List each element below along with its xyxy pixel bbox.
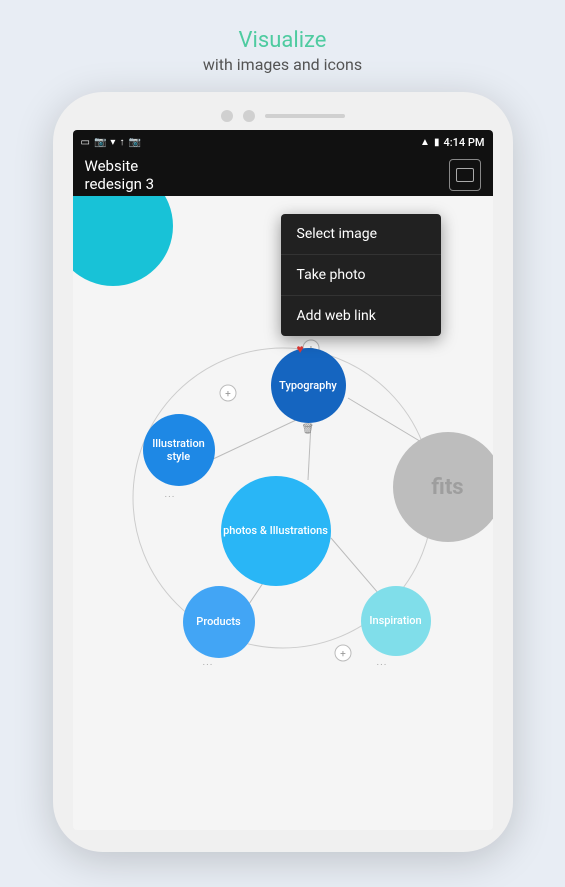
- battery-icon: ▭: [81, 137, 90, 148]
- speaker-dot-right: [243, 110, 255, 122]
- node-photos[interactable]: photos & Illustrations: [221, 476, 331, 586]
- speaker-dot-left: [221, 110, 233, 122]
- app-bar: Websiteredesign 3: [73, 154, 493, 196]
- camera-icon: 📷: [128, 137, 140, 148]
- dropdown-menu: Select image Take photo Add web link: [281, 214, 441, 336]
- node-illustration[interactable]: Illustration style: [143, 414, 215, 486]
- layout-icon-button[interactable]: [449, 159, 481, 191]
- node-products[interactable]: Products: [183, 586, 255, 658]
- svg-text:+: +: [225, 389, 231, 400]
- layout-icon: [456, 168, 474, 182]
- notification-icon: ▾: [110, 137, 115, 148]
- illustration-dots: ···: [165, 492, 176, 503]
- heart-icon: ♥: [297, 342, 304, 356]
- svg-text:+: +: [340, 649, 346, 660]
- fits-label: fits: [431, 475, 463, 500]
- add-web-link-option[interactable]: Add web link: [281, 296, 441, 336]
- status-time: 4:14 PM: [443, 136, 484, 149]
- header: Visualize with images and icons: [203, 0, 362, 92]
- status-bar: ▭ 📷 ▾ ↑ 📷 ▲ ▮ 4:14 PM: [73, 130, 493, 154]
- phone-screen: ▭ 📷 ▾ ↑ 📷 ▲ ▮ 4:14 PM Websiteredesign 3: [73, 130, 493, 830]
- mindmap: + + + + Typography ♥: [73, 196, 493, 830]
- wifi-icon: ▲: [420, 137, 430, 148]
- trash-icon: 🗑: [302, 424, 315, 435]
- phone-frame: ▭ 📷 ▾ ↑ 📷 ▲ ▮ 4:14 PM Websiteredesign 3: [53, 92, 513, 852]
- speaker-grille: [265, 114, 345, 118]
- battery-full-icon: ▮: [434, 137, 440, 148]
- node-inspiration[interactable]: Inspiration: [361, 586, 431, 656]
- page-title: Visualize: [203, 28, 362, 53]
- products-dots: ···: [203, 660, 214, 671]
- status-bar-left: ▭ 📷 ▾ ↑ 📷: [81, 137, 141, 148]
- app-title: Websiteredesign 3: [85, 157, 155, 193]
- phone-top-bar: [63, 110, 503, 122]
- upload-icon: ↑: [119, 137, 124, 148]
- inspiration-dots: ···: [377, 660, 388, 671]
- screen-content: + + + + Typography ♥: [73, 196, 493, 830]
- status-bar-right: ▲ ▮ 4:14 PM: [420, 136, 484, 149]
- phone-icon: 📷: [94, 137, 106, 148]
- page-subtitle: with images and icons: [203, 55, 362, 74]
- select-image-option[interactable]: Select image: [281, 214, 441, 254]
- node-typography[interactable]: Typography: [271, 348, 346, 423]
- take-photo-option[interactable]: Take photo: [281, 255, 441, 295]
